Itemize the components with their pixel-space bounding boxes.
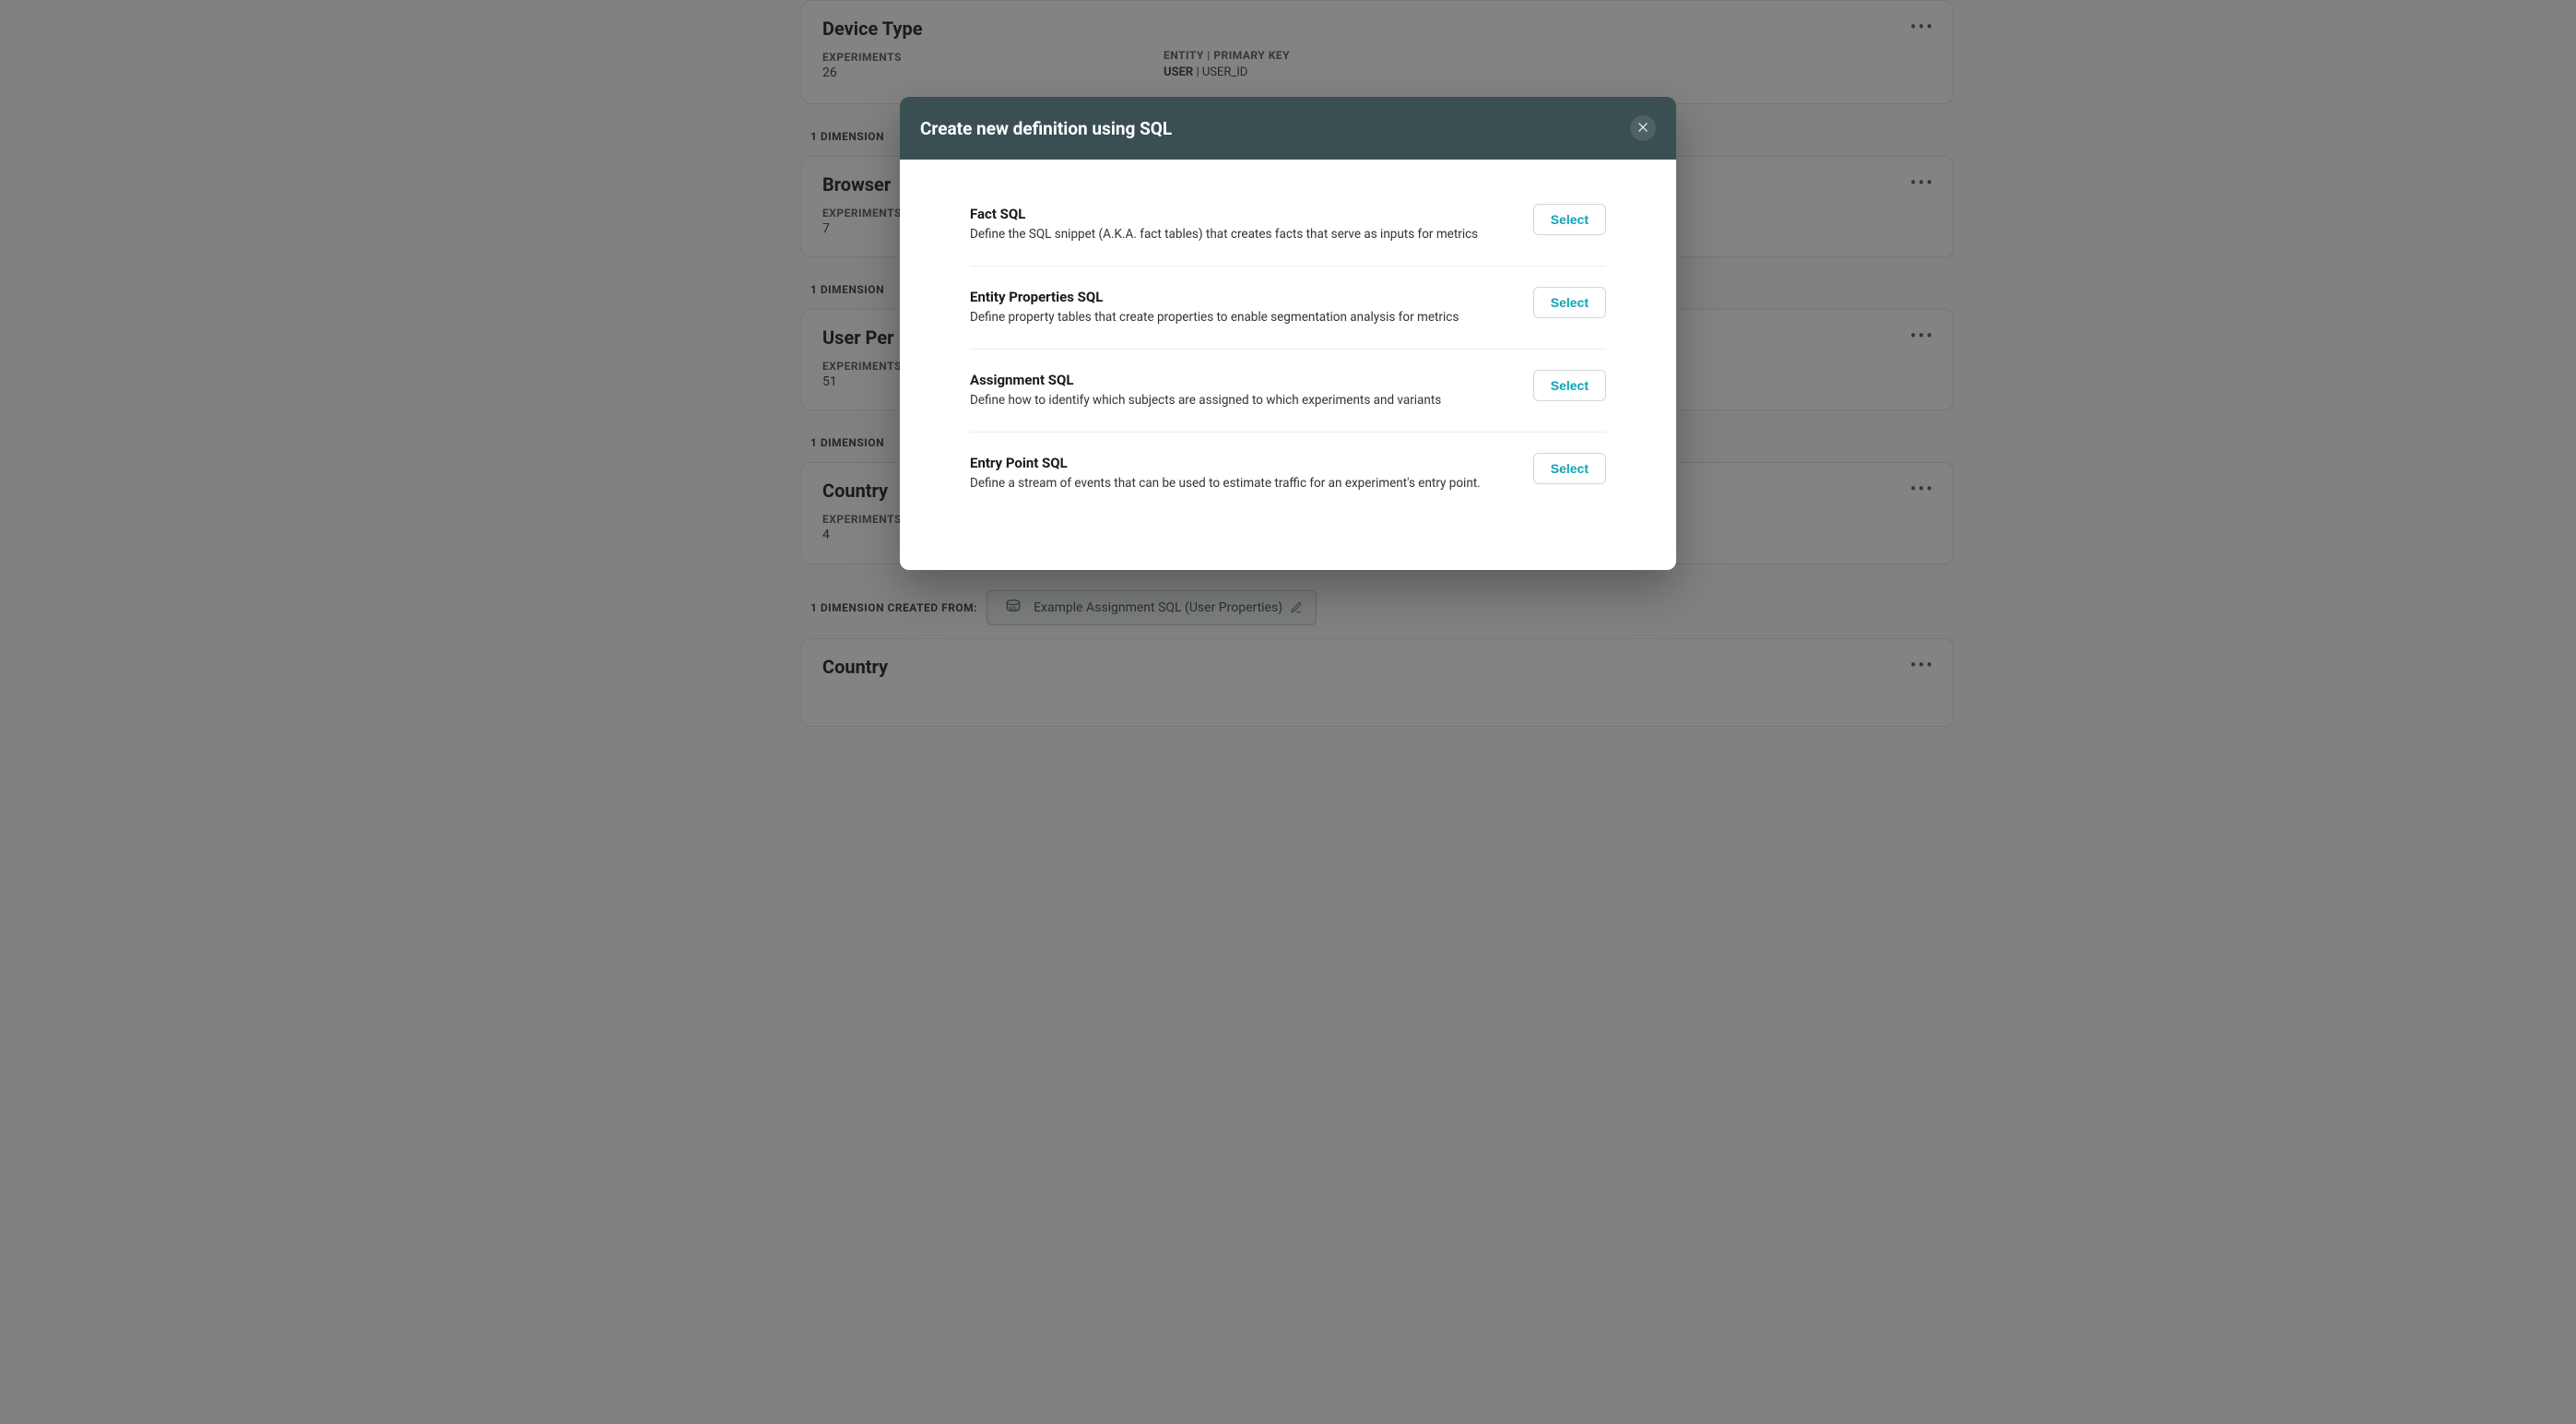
definition-option-assignment-sql: Assignment SQL Define how to identify wh… <box>970 350 1606 433</box>
option-desc: Define property tables that create prope… <box>970 309 1515 326</box>
option-desc: Define how to identify which subjects ar… <box>970 392 1515 409</box>
option-title: Fact SQL <box>970 206 1515 222</box>
select-button[interactable]: Select <box>1533 204 1606 235</box>
modal-title: Create new definition using SQL <box>920 118 1172 139</box>
definition-option-entry-point-sql: Entry Point SQL Define a stream of event… <box>970 433 1606 515</box>
select-button[interactable]: Select <box>1533 370 1606 401</box>
modal-header: Create new definition using SQL <box>900 97 1676 160</box>
option-title: Entity Properties SQL <box>970 289 1515 305</box>
close-icon <box>1637 121 1649 136</box>
option-desc: Define the SQL snippet (A.K.A. fact tabl… <box>970 226 1515 243</box>
close-button[interactable] <box>1630 115 1656 141</box>
option-desc: Define a stream of events that can be us… <box>970 475 1515 492</box>
create-definition-modal: Create new definition using SQL Fact SQL… <box>900 97 1676 570</box>
select-button[interactable]: Select <box>1533 287 1606 318</box>
definition-option-entity-properties-sql: Entity Properties SQL Define property ta… <box>970 267 1606 350</box>
select-button[interactable]: Select <box>1533 453 1606 484</box>
option-title: Entry Point SQL <box>970 455 1515 471</box>
definition-option-fact-sql: Fact SQL Define the SQL snippet (A.K.A. … <box>970 206 1606 267</box>
option-title: Assignment SQL <box>970 372 1515 388</box>
modal-overlay: Create new definition using SQL Fact SQL… <box>0 0 2576 1424</box>
